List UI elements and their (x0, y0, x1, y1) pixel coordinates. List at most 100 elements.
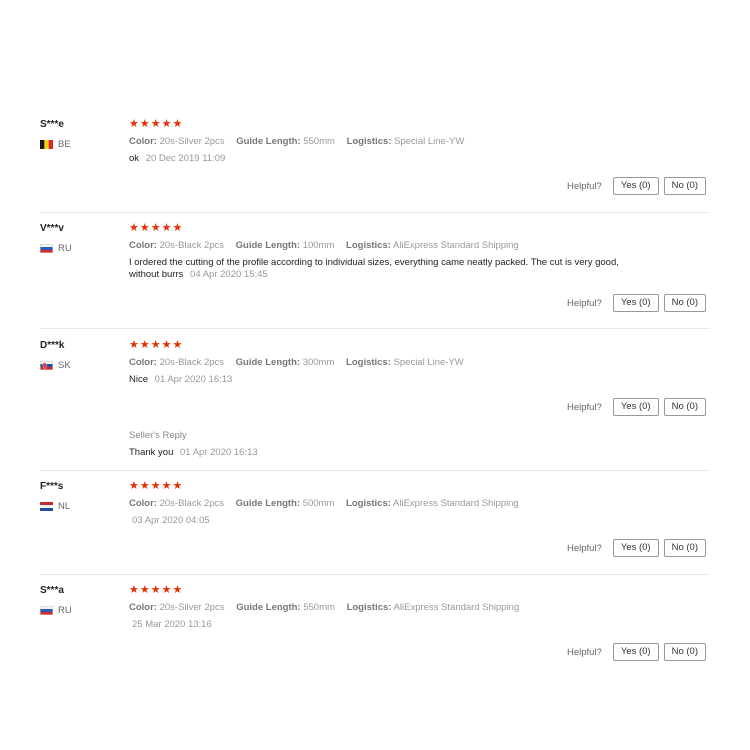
helpful-no-button[interactable]: No (0) (663, 398, 706, 416)
helpful-yes-button[interactable]: Yes (0) (612, 539, 659, 557)
logistics-value: AliExpress Standard Shipping (393, 240, 519, 251)
logistics-value: Special Line-YW (393, 357, 464, 368)
country-code: RU (58, 604, 72, 616)
order-attributes: Color: 20s-Black 2pcs Guide Length: 100m… (129, 239, 689, 252)
country-code: NL (58, 500, 71, 512)
guide-length-key: Guide Length: (235, 240, 301, 251)
logistics-value: AliExpress Standard Shipping (393, 602, 520, 613)
guide-length-value: 550mm (303, 602, 335, 613)
review-feedback: Nice 01 Apr 2020 16:13 (129, 374, 689, 386)
logistics-key: Logistics: (346, 498, 391, 509)
star-rating: ★★★★★ (129, 222, 184, 234)
review-date: 04 Apr 2020 15:45 (190, 269, 268, 280)
guide-length-key: Guide Length: (235, 357, 301, 368)
color-value: 20s-Silver 2pcs (159, 602, 225, 613)
logistics-value: Special Line-YW (394, 136, 465, 147)
guide-length-key: Guide Length: (236, 602, 301, 613)
color-key: Color: (129, 602, 157, 613)
guide-length-key: Guide Length: (235, 498, 301, 509)
seller-reply-body: Thank you 01 Apr 2020 16:13 (129, 447, 258, 459)
netherlands-flag-icon (40, 501, 53, 511)
reviewer-info: V***v RU (40, 222, 125, 254)
order-attributes: Color: 20s-Black 2pcs Guide Length: 500m… (129, 497, 689, 510)
review-item: D***k SK ★★★★★ Color: 20s-Black 2pcs Gui… (40, 339, 710, 471)
reviewer-country: RU (40, 604, 125, 616)
helpful-no-button[interactable]: No (0) (663, 294, 706, 312)
review-content: ★★★★★ Color: 20s-Black 2pcs Guide Length… (129, 222, 689, 281)
reviewer-name: S***a (40, 585, 64, 596)
helpful-yes-button[interactable]: Yes (0) (612, 398, 659, 416)
helpful-votes: Helpful? Yes (0) No (0) (567, 398, 706, 416)
review-date: 01 Apr 2020 16:13 (154, 374, 233, 385)
star-rating: ★★★★★ (129, 480, 184, 492)
helpful-votes: Helpful? Yes (0) No (0) (567, 539, 706, 557)
helpful-no-button[interactable]: No (0) (663, 177, 706, 195)
helpful-label: Helpful? (566, 180, 602, 192)
review-item: F***s NL ★★★★★ Color: 20s-Black 2pcs Gui… (40, 480, 710, 575)
reviewer-country: SK (40, 359, 125, 371)
guide-length-value: 500mm (302, 498, 335, 509)
star-rating: ★★★★★ (129, 118, 184, 130)
color-value: 20s-Silver 2pcs (159, 136, 225, 147)
guide-length-value: 100mm (302, 240, 335, 251)
color-key: Color: (129, 136, 157, 147)
helpful-yes-button[interactable]: Yes (0) (612, 294, 659, 312)
review-content: ★★★★★ Color: 20s-Black 2pcs Guide Length… (129, 480, 689, 527)
helpful-label: Helpful? (566, 401, 602, 413)
russia-flag-icon (40, 605, 53, 615)
reviewer-info: F***s NL (40, 480, 125, 512)
review-content: ★★★★★ Color: 20s-Silver 2pcs Guide Lengt… (129, 118, 689, 165)
color-value: 20s-Black 2pcs (159, 240, 225, 251)
country-code: SK (58, 359, 71, 371)
helpful-votes: Helpful? Yes (0) No (0) (567, 643, 706, 661)
guide-length-value: 550mm (303, 136, 335, 147)
order-attributes: Color: 20s-Black 2pcs Guide Length: 300m… (129, 356, 689, 369)
review-item: S***a RU ★★★★★ Color: 20s-Silver 2pcs Gu… (40, 584, 710, 674)
reviewer-name: V***v (40, 223, 64, 234)
seller-reply-title: Seller's Reply (129, 430, 187, 441)
russia-flag-icon (40, 243, 53, 253)
review-feedback: ok 20 Dec 2019 11:09 (129, 153, 689, 165)
seller-reply-text: Thank you (129, 447, 174, 458)
belgium-flag-icon (40, 139, 53, 149)
helpful-label: Helpful? (566, 542, 602, 554)
reviewer-info: D***k SK (40, 339, 125, 371)
review-item: S***e BE ★★★★★ Color: 20s-Silver 2pcs Gu… (40, 118, 710, 213)
review-item: V***v RU ★★★★★ Color: 20s-Black 2pcs Gui… (40, 222, 710, 329)
reviewer-country: BE (40, 138, 125, 150)
reviewer-info: S***a RU (40, 584, 125, 616)
slovakia-flag-icon (40, 360, 53, 370)
review-text: Nice (129, 374, 149, 385)
reviewer-name: S***e (40, 119, 64, 130)
logistics-value: AliExpress Standard Shipping (393, 498, 519, 509)
guide-length-key: Guide Length: (236, 136, 301, 147)
helpful-yes-button[interactable]: Yes (0) (612, 643, 659, 661)
seller-reply-date: 01 Apr 2020 16:13 (180, 447, 258, 458)
helpful-yes-button[interactable]: Yes (0) (612, 177, 659, 195)
color-value: 20s-Black 2pcs (159, 498, 225, 509)
country-code: RU (58, 242, 72, 254)
star-rating: ★★★★★ (129, 339, 184, 351)
reviewer-info: S***e BE (40, 118, 125, 150)
color-key: Color: (129, 498, 157, 509)
reviewer-country: RU (40, 242, 125, 254)
logistics-key: Logistics: (346, 136, 392, 147)
country-code: BE (58, 138, 71, 150)
color-value: 20s-Black 2pcs (159, 357, 225, 368)
helpful-no-button[interactable]: No (0) (663, 643, 706, 661)
logistics-key: Logistics: (346, 240, 391, 251)
helpful-no-button[interactable]: No (0) (663, 539, 706, 557)
logistics-key: Logistics: (346, 357, 391, 368)
helpful-votes: Helpful? Yes (0) No (0) (567, 177, 706, 195)
helpful-votes: Helpful? Yes (0) No (0) (567, 294, 706, 312)
review-text: ok (129, 153, 140, 164)
star-rating: ★★★★★ (129, 584, 184, 596)
reviewer-name: F***s (40, 481, 64, 492)
review-content: ★★★★★ Color: 20s-Silver 2pcs Guide Lengt… (129, 584, 689, 631)
reviewer-country: NL (40, 500, 125, 512)
order-attributes: Color: 20s-Silver 2pcs Guide Length: 550… (129, 135, 689, 148)
helpful-label: Helpful? (566, 646, 602, 658)
review-content: ★★★★★ Color: 20s-Black 2pcs Guide Length… (129, 339, 689, 386)
order-attributes: Color: 20s-Silver 2pcs Guide Length: 550… (129, 601, 689, 614)
helpful-label: Helpful? (566, 297, 602, 309)
